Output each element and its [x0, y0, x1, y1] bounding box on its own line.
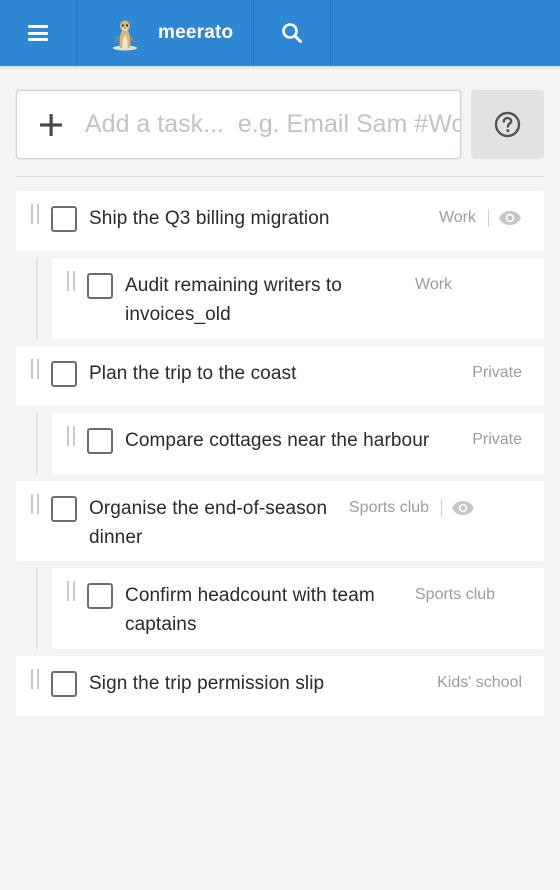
brand-name: meerato — [158, 22, 234, 43]
search-icon — [282, 23, 302, 43]
task-meta: Work — [415, 276, 452, 294]
task-title: Plan the trip to the coast — [89, 363, 297, 384]
task-title: Organise the end-of-season dinner — [89, 498, 328, 548]
drag-handle-icon[interactable] — [31, 494, 39, 514]
eye-icon[interactable] — [498, 210, 522, 226]
drag-handle-icon[interactable] — [31, 204, 39, 224]
task-item[interactable]: Sign the trip permission slip Kids' scho… — [16, 656, 544, 716]
task-title: Compare cottages near the harbour — [125, 430, 430, 451]
task-meta: Kids' school — [437, 674, 522, 692]
add-task-row — [16, 90, 544, 159]
add-task-box[interactable] — [16, 90, 461, 159]
project-label[interactable]: Work — [415, 276, 452, 294]
meta-separator — [488, 209, 489, 227]
subtask-group: Compare cottages near the harbour Privat… — [16, 413, 544, 474]
plus-icon[interactable] — [39, 113, 63, 137]
menu-button[interactable] — [0, 0, 77, 66]
project-label[interactable]: Private — [472, 431, 522, 449]
task-checkbox[interactable] — [51, 496, 77, 522]
project-label[interactable]: Sports club — [349, 499, 429, 517]
brand-home-link[interactable]: meerato — [77, 0, 254, 66]
search-button[interactable] — [254, 0, 331, 66]
task-checkbox[interactable] — [51, 206, 77, 232]
task-meta: Private — [472, 364, 522, 382]
task-item[interactable]: Organise the end-of-season dinner Sports… — [16, 481, 544, 561]
project-label[interactable]: Work — [439, 209, 476, 227]
task-title: Audit remaining writers to invoices_old — [125, 275, 342, 325]
task-meta: Private — [472, 431, 522, 449]
subtask-group: Confirm headcount with team captains Spo… — [16, 568, 544, 649]
meta-separator — [441, 499, 443, 517]
task-title: Sign the trip permission slip — [89, 673, 325, 694]
project-label[interactable]: Sports club — [415, 586, 495, 604]
project-label[interactable]: Private — [472, 364, 522, 382]
drag-handle-icon[interactable] — [67, 581, 75, 601]
task-checkbox[interactable] — [87, 428, 113, 454]
subtask-item[interactable]: Confirm headcount with team captains Spo… — [52, 568, 544, 649]
subtask-group: Audit remaining writers to invoices_old … — [16, 258, 544, 339]
app-header: meerato — [0, 0, 560, 70]
subtask-item[interactable]: Compare cottages near the harbour Privat… — [52, 413, 544, 474]
task-meta: Work — [439, 209, 522, 227]
drag-handle-icon[interactable] — [67, 426, 75, 446]
task-checkbox[interactable] — [51, 361, 77, 387]
add-task-input[interactable] — [85, 110, 460, 139]
meerkat-logo — [113, 20, 137, 51]
eye-icon[interactable] — [451, 500, 475, 516]
task-title: Ship the Q3 billing migration — [89, 208, 330, 229]
task-checkbox[interactable] — [87, 583, 113, 609]
task-item[interactable]: Plan the trip to the coast Private — [16, 346, 544, 406]
task-meta: Sports club — [349, 499, 475, 517]
task-meta: Sports club — [415, 586, 495, 604]
task-checkbox[interactable] — [87, 273, 113, 299]
task-list: Ship the Q3 billing migration Work Audit… — [16, 191, 544, 723]
divider — [16, 176, 544, 177]
question-circle-icon — [494, 111, 521, 138]
task-title: Confirm headcount with team captains — [125, 585, 375, 635]
subtask-item[interactable]: Audit remaining writers to invoices_old … — [52, 258, 544, 339]
task-checkbox[interactable] — [51, 671, 77, 697]
project-label[interactable]: Kids' school — [437, 674, 522, 692]
hamburger-menu-icon — [28, 25, 48, 41]
drag-handle-icon[interactable] — [31, 669, 39, 689]
drag-handle-icon[interactable] — [31, 359, 39, 379]
drag-handle-icon[interactable] — [67, 271, 75, 291]
task-item[interactable]: Ship the Q3 billing migration Work — [16, 191, 544, 251]
help-button[interactable] — [471, 90, 544, 159]
